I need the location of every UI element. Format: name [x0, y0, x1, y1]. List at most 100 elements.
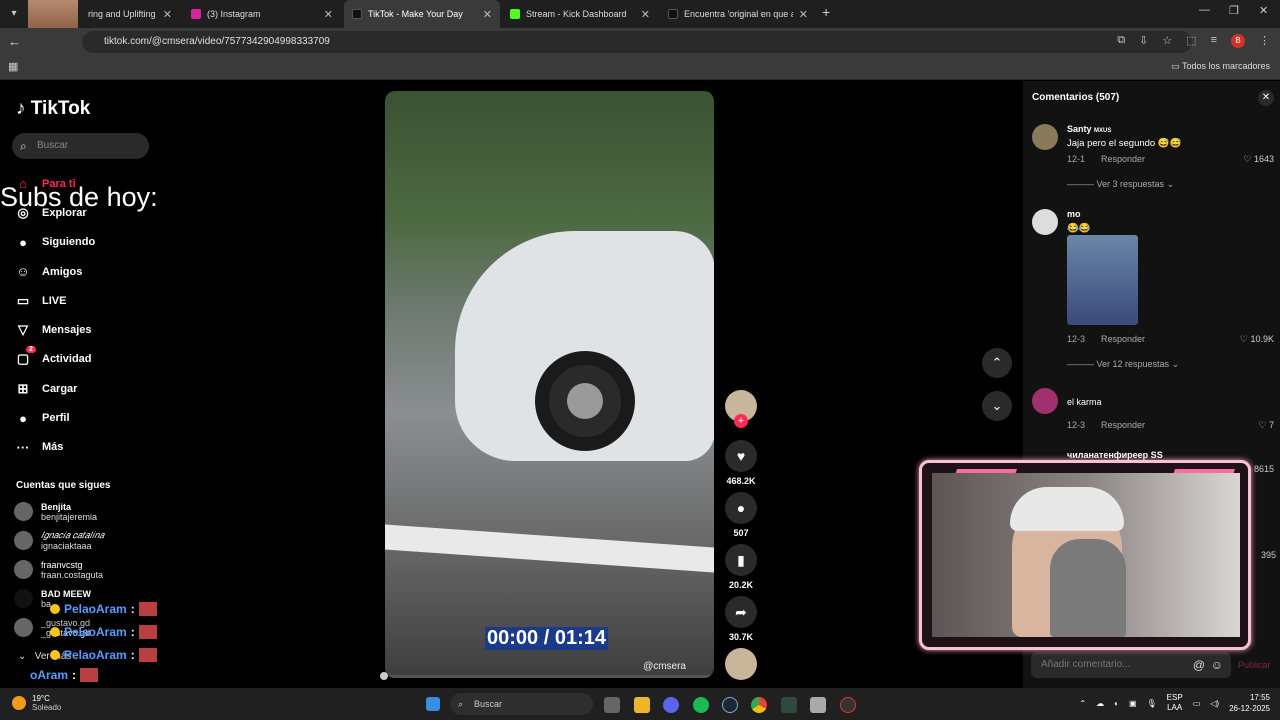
- chevron-up-icon[interactable]: ⌃: [1079, 699, 1086, 708]
- close-tab-icon[interactable]: ✕: [324, 8, 333, 21]
- close-tab-icon[interactable]: ✕: [483, 8, 492, 21]
- tray-app-icon[interactable]: ☁: [1096, 699, 1104, 708]
- music-disc-icon[interactable]: [725, 648, 757, 680]
- reply-button[interactable]: Responder: [1101, 420, 1145, 430]
- restore-icon[interactable]: ❐: [1229, 4, 1239, 17]
- sidebar-item-actividad[interactable]: ▢ 2 Actividad: [14, 345, 95, 374]
- spotify-icon[interactable]: [693, 697, 709, 713]
- url-field[interactable]: tiktok.com/@cmsera/video/757734290499833…: [82, 31, 1192, 53]
- avatar[interactable]: [1032, 209, 1058, 235]
- steam-icon[interactable]: [722, 697, 738, 713]
- app-icon[interactable]: [810, 697, 826, 713]
- tab-music[interactable]: ring and Uplifting Backg ✕: [80, 0, 180, 28]
- emoji-icon[interactable]: ☺: [1211, 652, 1223, 678]
- translate-icon[interactable]: ⧉: [1117, 34, 1125, 48]
- search-input[interactable]: ⌕ Buscar: [12, 133, 149, 159]
- emote-icon: [138, 647, 157, 662]
- tiktok-logo[interactable]: ♪ TikTok: [16, 98, 90, 120]
- video-progress-bar[interactable]: [385, 675, 714, 678]
- tab-instagram[interactable]: (3) Instagram ✕: [183, 0, 341, 28]
- menu-kebab-icon[interactable]: ⋮: [1259, 34, 1270, 48]
- close-window-icon[interactable]: ✕: [1259, 4, 1268, 17]
- language-indicator[interactable]: ESP LAA: [1167, 693, 1183, 713]
- sidebar-item-mas[interactable]: ··· Más: [14, 433, 95, 462]
- windows-start-icon[interactable]: [426, 697, 440, 711]
- weather-widget[interactable]: 19°C Soleado: [12, 694, 61, 712]
- follow-plus-icon[interactable]: +: [734, 414, 748, 428]
- microphone-icon[interactable]: 🎙: [1147, 699, 1157, 708]
- task-view-icon[interactable]: [604, 697, 620, 713]
- taskbar-search[interactable]: ⌕ Buscar: [450, 693, 593, 715]
- messages-icon: ▽: [18, 322, 28, 338]
- app-icon[interactable]: [840, 697, 856, 713]
- video-player[interactable]: 00:00 / 01:14 @cmsera: [385, 91, 714, 678]
- view-replies-button[interactable]: ——— Ver 12 respuestas ⌄: [1067, 359, 1179, 370]
- nav-label: Siguiendo: [42, 236, 96, 249]
- minimize-icon[interactable]: —: [1199, 4, 1210, 16]
- network-icon[interactable]: ▭: [1193, 699, 1201, 708]
- sidebar-item-cargar[interactable]: ⊞ Cargar: [14, 374, 95, 403]
- chrome-icon[interactable]: [751, 697, 767, 713]
- following-item[interactable]: 𝐼𝑔𝑛𝑎𝑐𝑖𝑎 𝑐𝑎𝑡𝑎𝑙𝑖𝑛𝑎 ignaciaktaaa: [14, 526, 104, 555]
- reply-button[interactable]: Responder: [1101, 334, 1145, 344]
- new-tab-icon[interactable]: +: [822, 4, 830, 20]
- install-icon[interactable]: ⇩: [1139, 34, 1148, 48]
- publish-button[interactable]: Publicar: [1238, 660, 1271, 670]
- extensions-icon[interactable]: ⬚: [1186, 34, 1196, 48]
- all-bookmarks[interactable]: ▭ Todos los marcadores: [1171, 61, 1270, 72]
- comment-username[interactable]: mo: [1067, 209, 1081, 219]
- sidebar-item-amigos[interactable]: ☺ Amigos: [14, 257, 95, 286]
- sub-badge-icon: [50, 626, 60, 637]
- clock[interactable]: 17:55 26-12-2025: [1229, 692, 1270, 714]
- tab-encuentra[interactable]: Encuentra 'original en que aspe ✕: [660, 0, 816, 28]
- following-item[interactable]: fraanvcstg fraan.costaguta: [14, 555, 104, 584]
- comment-input[interactable]: Añadir comentario... @ ☺: [1031, 652, 1231, 678]
- close-icon[interactable]: ✕: [1258, 90, 1274, 106]
- comment-like[interactable]: ♡ 7: [1258, 420, 1274, 431]
- share-arrow-icon[interactable]: ➦: [725, 596, 757, 628]
- apps-grid-icon[interactable]: ▦: [8, 60, 18, 73]
- tab-kick[interactable]: Stream - Kick Dashboard ✕: [502, 0, 658, 28]
- bookmark-star-icon[interactable]: ☆: [1162, 34, 1172, 48]
- comment-like[interactable]: ♡ 10.9K: [1240, 334, 1274, 345]
- tray-app-icon[interactable]: ◐: [1114, 699, 1119, 708]
- back-arrow-icon[interactable]: ←: [8, 34, 21, 49]
- comment-username[interactable]: el karma: [1067, 397, 1102, 407]
- mention-icon[interactable]: @: [1193, 652, 1205, 678]
- bookmark-icon[interactable]: ▮: [725, 544, 757, 576]
- profile-avatar[interactable]: B: [1231, 34, 1245, 48]
- chevron-up-icon[interactable]: ⌃: [982, 348, 1012, 378]
- creator-avatar[interactable]: +: [725, 390, 757, 428]
- like-heart-icon[interactable]: ♥: [725, 440, 757, 472]
- sub-badge-icon: [50, 603, 60, 614]
- sidebar-item-siguiendo[interactable]: ● Siguiendo: [14, 228, 95, 257]
- sidebar-item-live[interactable]: ▭ LIVE: [14, 286, 95, 315]
- comment-image[interactable]: [1067, 235, 1138, 325]
- close-tab-icon[interactable]: ✕: [163, 8, 172, 21]
- media-icon[interactable]: ≡: [1211, 34, 1217, 48]
- avatar[interactable]: [1032, 388, 1058, 414]
- comment-meta: 12-3 Responder: [1067, 334, 1161, 344]
- reply-button[interactable]: Responder: [1101, 154, 1145, 164]
- comment-username[interactable]: Santy MXUS: [1067, 124, 1111, 134]
- file-explorer-icon[interactable]: [634, 697, 650, 713]
- tray-app-icon[interactable]: ▣: [1129, 699, 1137, 708]
- app-icon[interactable]: [781, 697, 797, 713]
- view-replies-button[interactable]: ——— Ver 3 respuestas ⌄: [1067, 179, 1174, 190]
- progress-scrubber-handle[interactable]: [380, 672, 388, 680]
- avatar[interactable]: [1032, 124, 1058, 150]
- chevron-down-icon[interactable]: ⌄: [982, 391, 1012, 421]
- following-item[interactable]: Benjita benjitajeremia: [14, 497, 104, 526]
- comment-like[interactable]: ♡ 1643: [1243, 154, 1274, 165]
- discord-icon[interactable]: [663, 697, 679, 713]
- tab-tiktok[interactable]: TikTok - Make Your Day ✕: [344, 0, 500, 28]
- comment-username[interactable]: чиланатенфиреер SS: [1067, 450, 1163, 460]
- comment-bubble-icon[interactable]: ●: [725, 492, 757, 524]
- sidebar-item-mensajes[interactable]: ▽ Mensajes: [14, 315, 95, 344]
- close-tab-icon[interactable]: ✕: [641, 8, 650, 21]
- volume-icon[interactable]: ◁): [1210, 699, 1219, 708]
- sidebar-item-perfil[interactable]: ● Perfil: [14, 403, 95, 432]
- close-tab-icon[interactable]: ✕: [799, 8, 808, 21]
- notification-badge: 2: [26, 346, 36, 354]
- tab-search-icon[interactable]: ▾: [4, 4, 24, 24]
